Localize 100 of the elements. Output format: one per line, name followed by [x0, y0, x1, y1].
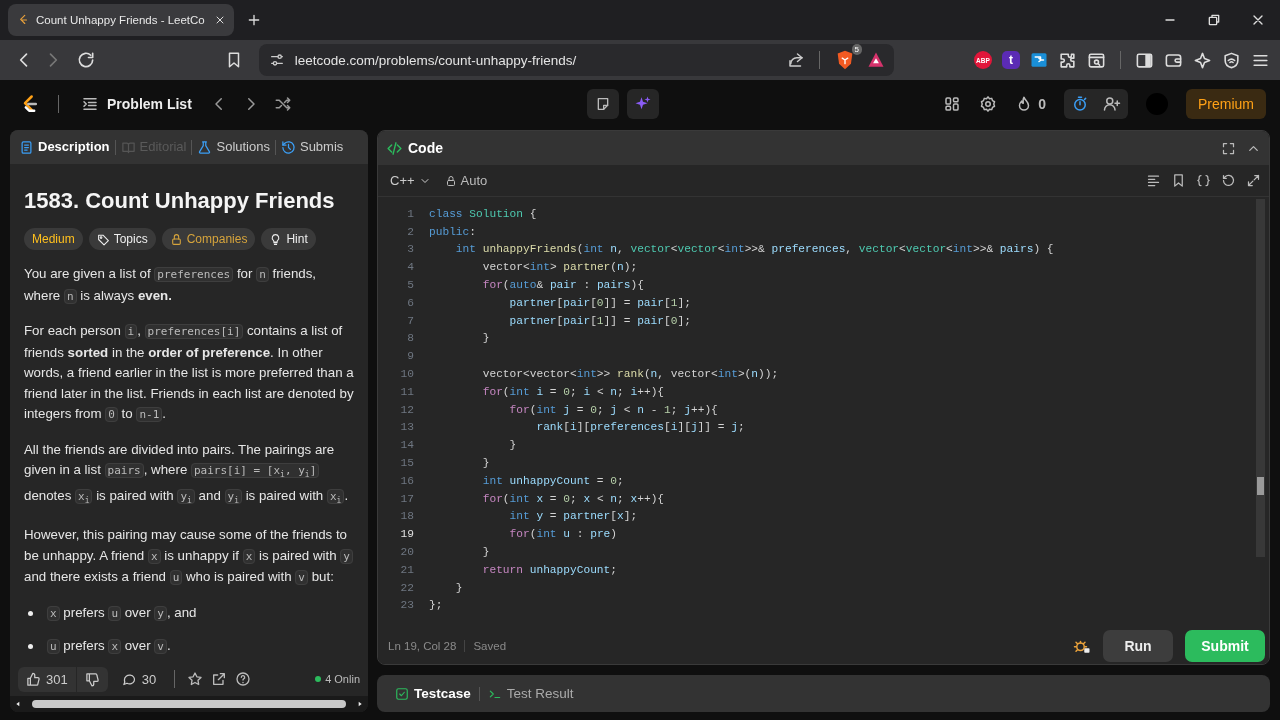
- reset-icon[interactable]: [1221, 173, 1236, 188]
- code-line: };: [429, 599, 443, 612]
- code-line: }: [508, 439, 517, 452]
- premium-button[interactable]: Premium: [1186, 89, 1266, 119]
- format-icon[interactable]: [1146, 173, 1161, 188]
- fullscreen-icon[interactable]: [1221, 140, 1236, 156]
- panel-tab[interactable]: Testcase: [387, 686, 479, 701]
- panel-tab[interactable]: Test Result: [478, 686, 582, 701]
- code-line: vector<vector<int>> rank(n, vector<int>(n));: [481, 368, 779, 381]
- book-icon: [120, 139, 136, 155]
- line-number: 21: [399, 563, 414, 576]
- list-item-text: u prefers x over v .: [47, 636, 171, 658]
- shuffle-icon[interactable]: [273, 95, 292, 113]
- star-icon[interactable]: [187, 671, 204, 687]
- note-button[interactable]: [586, 89, 619, 119]
- language-dropdown[interactable]: C++: [386, 171, 435, 190]
- line-number: 9: [406, 350, 414, 363]
- tag-icon: [96, 232, 110, 246]
- code-line: for(int j = 0; j < n - 1; j++){: [508, 403, 718, 416]
- braces-icon[interactable]: [1196, 173, 1211, 188]
- line-number: 19: [399, 528, 414, 541]
- line-number: 5: [406, 279, 414, 292]
- thumbs-up-icon: [26, 671, 41, 687]
- scrollbar[interactable]: [1256, 199, 1265, 557]
- sparkle-button[interactable]: [626, 89, 659, 119]
- panel-tab[interactable]: Submis: [274, 139, 349, 155]
- document-icon: [19, 139, 34, 155]
- line-number: 2: [406, 225, 414, 238]
- line-number: 18: [399, 510, 414, 523]
- reload-icon[interactable]: [75, 50, 96, 70]
- comment-icon: [121, 671, 137, 687]
- code-line: int y = partner[x];: [508, 510, 638, 523]
- restore-icon[interactable]: [1206, 12, 1222, 28]
- panel-tab[interactable]: Description: [14, 139, 115, 155]
- code-line: partner[pair[0]] = pair[1];: [508, 296, 691, 309]
- tag-button[interactable]: Hint: [261, 228, 316, 250]
- extension-icon[interactable]: t: [1002, 51, 1020, 69]
- scrollbar-thumb[interactable]: [1257, 477, 1264, 495]
- help-icon[interactable]: [235, 671, 252, 687]
- thumbs-down-icon: [84, 671, 100, 687]
- code-line: return unhappyCount;: [481, 563, 617, 576]
- history-icon: [280, 139, 296, 155]
- settings-icon[interactable]: [979, 95, 998, 113]
- sidebar-icon[interactable]: [1135, 50, 1154, 70]
- code-line: for(auto& pair : pairs){: [481, 279, 644, 292]
- code-line: rank[i][preferences[i][j]] = j;: [535, 421, 745, 434]
- site-settings-icon[interactable]: [268, 52, 285, 68]
- status-dot: [315, 676, 322, 682]
- line-number: 6: [406, 296, 414, 309]
- code-line: }: [454, 581, 463, 594]
- code-line: public:: [429, 225, 476, 238]
- tag-button[interactable]: Companies: [161, 228, 256, 250]
- line-number: 23: [399, 599, 414, 612]
- tag-button[interactable]: Topics: [88, 228, 156, 250]
- triangle-icon[interactable]: [866, 50, 886, 70]
- streak-counter[interactable]: 0: [1015, 95, 1046, 113]
- expand-icon[interactable]: [1246, 173, 1261, 188]
- stopwatch-icon: [1071, 95, 1089, 113]
- line-number: 20: [399, 546, 414, 559]
- scroll-left-icon[interactable]: [14, 699, 22, 709]
- scroll-right-icon[interactable]: [356, 699, 364, 709]
- code-line: partner[pair[1]] = pair[0];: [508, 314, 691, 327]
- window-search-icon[interactable]: [1087, 50, 1106, 70]
- bookmark-icon[interactable]: [1171, 173, 1186, 188]
- lock-icon: [169, 232, 183, 246]
- save-status: Saved: [472, 640, 507, 652]
- line-number: 17: [399, 492, 414, 505]
- cursor-position: Ln 19, Col 28: [388, 640, 466, 652]
- run-button[interactable]: Run: [1103, 630, 1173, 662]
- new-tab-icon[interactable]: [246, 12, 262, 28]
- code-line: }: [481, 546, 490, 559]
- browser-tab[interactable]: Count Unhappy Friends - LeetCo: [8, 4, 234, 36]
- scrollbar-thumb[interactable]: [32, 700, 346, 708]
- shield-icon[interactable]: [1222, 50, 1241, 70]
- line-number: 4: [406, 261, 414, 274]
- line-number: 10: [399, 368, 414, 381]
- line-number: 11: [399, 385, 414, 398]
- sparkle-icon[interactable]: [1193, 50, 1212, 70]
- mode-toggle[interactable]: Auto: [444, 173, 488, 188]
- address-bar[interactable]: leetcode.com/problems/count-unhappy-friends/ 5: [258, 44, 894, 76]
- add-user-icon: [1103, 95, 1121, 113]
- problem-list-link[interactable]: Problem List: [77, 91, 196, 117]
- share-icon[interactable]: [211, 671, 228, 687]
- problem-title: 1583. Count Unhappy Friends: [24, 188, 336, 214]
- line-number: 22: [399, 581, 414, 594]
- share-icon[interactable]: [787, 51, 805, 69]
- puzzle-icon[interactable]: [1058, 50, 1077, 70]
- code-line: for(int u : pre): [508, 528, 618, 541]
- code-line: }: [481, 457, 490, 470]
- comments-button[interactable]: 30: [115, 667, 163, 691]
- line-number: 8: [406, 332, 414, 345]
- line-number: 15: [399, 457, 414, 470]
- grid-icon[interactable]: [943, 95, 962, 113]
- online-count: 4 Onlin: [325, 673, 360, 685]
- panel-title: Code: [408, 140, 443, 156]
- close-icon[interactable]: [214, 14, 226, 26]
- panel-tab[interactable]: Solutions: [191, 139, 275, 155]
- extension-icon[interactable]: [1030, 51, 1048, 69]
- list-icon: [81, 95, 99, 113]
- line-number: 14: [399, 439, 414, 452]
